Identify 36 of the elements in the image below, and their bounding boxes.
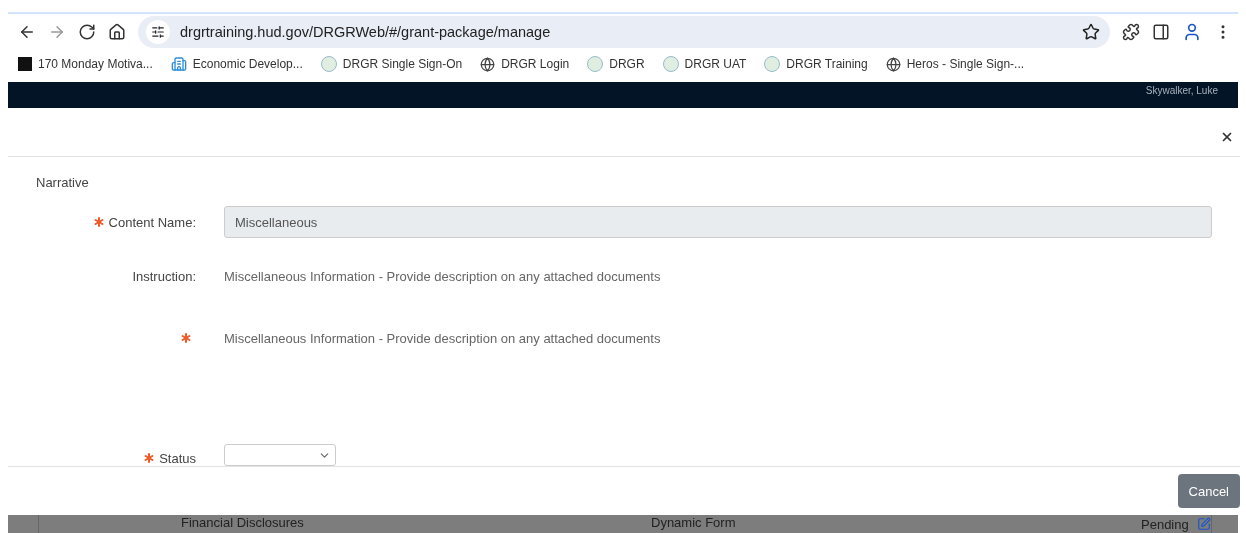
field-label: Content Name: [108,214,196,230]
table-cell-text: Dynamic Form [651,515,737,532]
bookmark[interactable]: DRGR Single Sign-On [320,56,463,72]
seal-icon [764,56,781,72]
user-name: Skywalker, Luke [1145,84,1218,96]
seal-icon [662,56,679,72]
star-icon[interactable] [1082,23,1100,41]
table-cell: Pending [1141,516,1189,532]
instruction-text: Miscellaneous Information - Provide description on any attached documents [224,268,662,284]
site-settings-icon[interactable] [146,20,170,44]
forward-icon[interactable] [48,23,66,41]
bookmark[interactable]: Economic Develop... [170,56,303,72]
section-title: Narrative [36,175,90,191]
bookmark[interactable]: Heros - Single Sign-... [885,56,1025,72]
cancel-button[interactable]: Cancel [1177,474,1240,509]
instruction-text: Miscellaneous Information - Provide description on any attached documents [224,330,662,346]
home-icon[interactable] [108,23,126,41]
address-bar[interactable]: drgrtraining.hud.gov/DRGRWeb/#/grant-package/manage [138,16,1110,48]
reload-icon[interactable] [78,23,96,41]
bookmark[interactable]: DRGR [587,56,645,72]
bookmark[interactable]: DRGR Training [764,56,868,72]
bookmark[interactable]: DRGR UAT [662,56,747,72]
bookmark[interactable]: 170 Monday Motiva... [18,57,153,71]
table-cell-text: Financial Disclosures [181,515,305,532]
building-icon [170,56,187,72]
bookmark[interactable]: DRGR Login [480,56,570,72]
field-label: Instruction: [132,268,196,284]
profile-icon[interactable] [1182,22,1202,42]
back-icon[interactable] [18,23,36,41]
extensions-icon[interactable] [1122,23,1140,41]
field-label: Status [159,450,196,466]
side-panel-icon[interactable] [1152,23,1170,41]
seal-icon [320,56,337,72]
globe-icon [885,56,901,72]
globe-icon [480,56,496,72]
seal-icon [587,56,604,72]
